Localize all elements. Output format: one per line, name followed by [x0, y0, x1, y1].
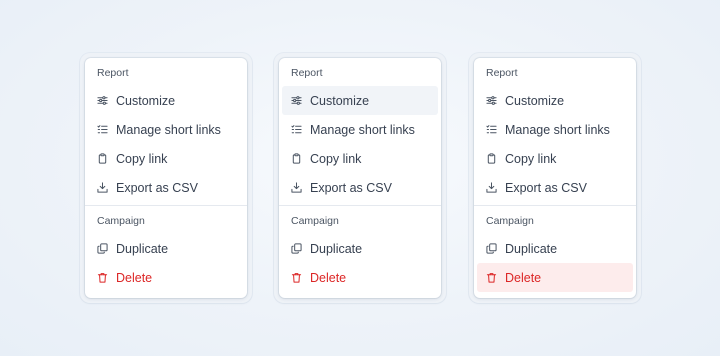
clipboard-icon	[486, 153, 497, 164]
menu-item-copy-link[interactable]: Copy link	[282, 144, 438, 173]
section-label-campaign: Campaign	[486, 215, 534, 227]
copy-icon	[291, 243, 302, 254]
list-check-icon	[97, 124, 108, 135]
menu-item-label: Export as CSV	[505, 180, 587, 195]
context-menu-2: Report Customize Manage short links Copy…	[279, 58, 441, 298]
menu-shell-1: Report Customize Manage short links Copy…	[80, 53, 252, 303]
trash-icon	[291, 272, 302, 283]
download-tray-icon	[97, 182, 108, 193]
list-check-icon	[486, 124, 497, 135]
menu-item-label: Delete	[310, 270, 347, 285]
menu-item-export-csv[interactable]: Export as CSV	[282, 173, 438, 202]
menu-item-label: Duplicate	[505, 241, 558, 256]
menu-item-label: Export as CSV	[310, 180, 392, 195]
menu-item-label: Copy link	[505, 151, 557, 166]
download-tray-icon	[291, 182, 302, 193]
menu-shell-3: Report Customize Manage short links Copy…	[469, 53, 641, 303]
section-label-report: Report	[486, 67, 518, 79]
menu-item-label: Delete	[505, 270, 542, 285]
menu-item-label: Customize	[116, 93, 176, 108]
menu-item-manage-short-links[interactable]: Manage short links	[282, 115, 438, 144]
menu-item-delete[interactable]: Delete	[282, 263, 438, 292]
menu-item-duplicate[interactable]: Duplicate	[88, 234, 244, 263]
menu-item-customize[interactable]: Customize	[477, 86, 633, 115]
menu-item-label: Manage short links	[505, 122, 610, 137]
menu-shell-2: Report Customize Manage short links Copy…	[274, 53, 446, 303]
menu-item-label: Manage short links	[116, 122, 221, 137]
context-menu-1: Report Customize Manage short links Copy…	[85, 58, 247, 298]
menu-item-manage-short-links[interactable]: Manage short links	[88, 115, 244, 144]
download-tray-icon	[486, 182, 497, 193]
menu-item-label: Copy link	[116, 151, 168, 166]
menu-item-label: Customize	[310, 93, 370, 108]
section-label-report: Report	[97, 67, 129, 79]
clipboard-icon	[291, 153, 302, 164]
menu-item-export-csv[interactable]: Export as CSV	[477, 173, 633, 202]
menu-item-delete[interactable]: Delete	[477, 263, 633, 292]
menu-item-label: Duplicate	[310, 241, 363, 256]
menu-item-label: Customize	[505, 93, 565, 108]
trash-icon	[486, 272, 497, 283]
section-label-campaign: Campaign	[291, 215, 339, 227]
menu-item-customize[interactable]: Customize	[88, 86, 244, 115]
section-label-campaign: Campaign	[97, 215, 145, 227]
menu-item-label: Duplicate	[116, 241, 169, 256]
menu-item-manage-short-links[interactable]: Manage short links	[477, 115, 633, 144]
menu-item-customize[interactable]: Customize	[282, 86, 438, 115]
section-label-report: Report	[291, 67, 323, 79]
menu-item-label: Delete	[116, 270, 153, 285]
menu-item-duplicate[interactable]: Duplicate	[477, 234, 633, 263]
menu-item-copy-link[interactable]: Copy link	[477, 144, 633, 173]
menu-divider	[85, 205, 247, 206]
context-menu-3: Report Customize Manage short links Copy…	[474, 58, 636, 298]
sliders-icon	[97, 95, 108, 106]
list-check-icon	[291, 124, 302, 135]
clipboard-icon	[97, 153, 108, 164]
menu-divider	[279, 205, 441, 206]
copy-icon	[97, 243, 108, 254]
menu-item-label: Copy link	[310, 151, 362, 166]
sliders-icon	[291, 95, 302, 106]
menu-item-copy-link[interactable]: Copy link	[88, 144, 244, 173]
menu-item-export-csv[interactable]: Export as CSV	[88, 173, 244, 202]
menu-item-delete[interactable]: Delete	[88, 263, 244, 292]
sliders-icon	[486, 95, 497, 106]
menu-item-label: Manage short links	[310, 122, 415, 137]
menu-divider	[474, 205, 636, 206]
menu-item-label: Export as CSV	[116, 180, 198, 195]
trash-icon	[97, 272, 108, 283]
menu-item-duplicate[interactable]: Duplicate	[282, 234, 438, 263]
copy-icon	[486, 243, 497, 254]
